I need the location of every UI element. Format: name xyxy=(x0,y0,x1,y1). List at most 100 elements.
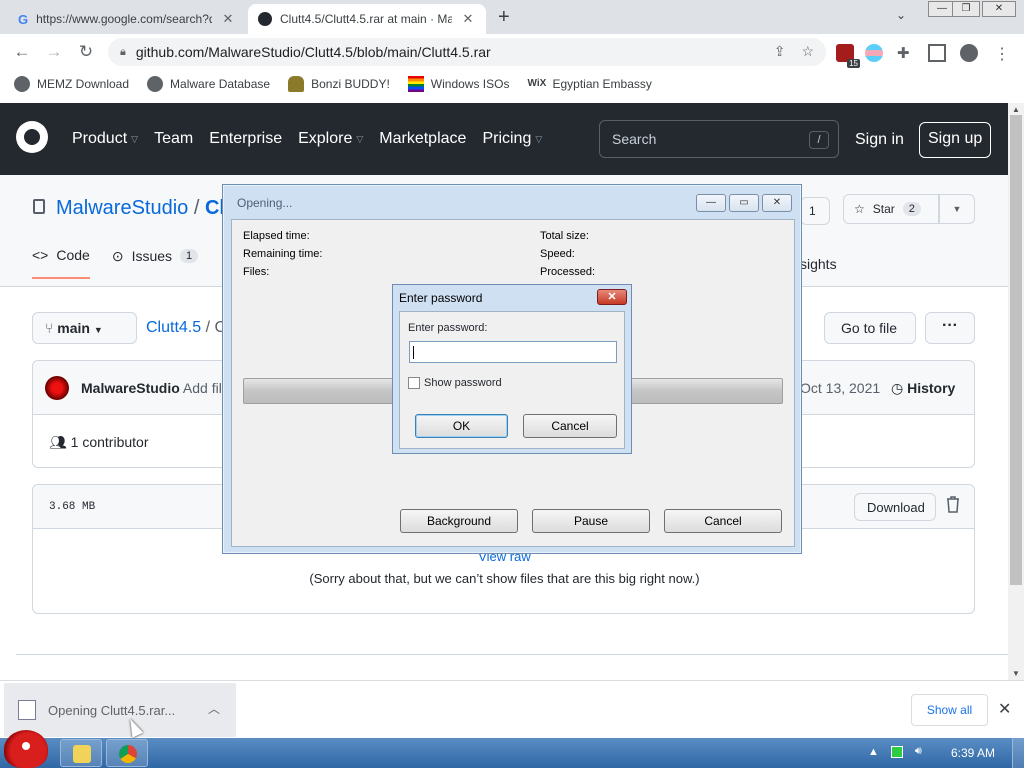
download-button[interactable]: Download xyxy=(854,493,936,521)
wix-icon: WiX xyxy=(527,78,547,89)
total-size-label: Total size: xyxy=(540,230,589,242)
history-link[interactable]: ◷ History xyxy=(891,380,955,397)
nav-product[interactable]: Product ▽ xyxy=(72,130,138,148)
chevron-up-icon[interactable]: ︿ xyxy=(208,700,220,717)
volume-icon[interactable]: 🔊︎ xyxy=(915,745,922,758)
forward-arrow-icon[interactable]: → xyxy=(44,42,64,62)
taskbar-clock[interactable]: 6:39 AM xyxy=(951,746,995,760)
watch-count[interactable]: 1 xyxy=(800,197,830,225)
nav-team[interactable]: Team xyxy=(154,130,193,148)
commit-message[interactable]: Add fil xyxy=(183,380,222,396)
avatar[interactable] xyxy=(45,376,69,400)
repo-tabs: <> Code ⊙ Issues 1 xyxy=(32,247,199,279)
nav-marketplace[interactable]: Marketplace xyxy=(379,130,466,148)
elapsed-time-label: Elapsed time: xyxy=(243,230,310,242)
star-button[interactable]: ☆ Star 2 xyxy=(843,194,939,224)
browser-toolbar: ← → ↻ 🔒︎ github.com/MalwareStudio/Clutt4… xyxy=(0,34,1024,70)
url-text: github.com/MalwareStudio/Clutt4.5/blob/m… xyxy=(135,44,491,60)
new-tab-button[interactable]: + xyxy=(498,6,510,29)
sign-up-button[interactable]: Sign up xyxy=(919,122,992,158)
close-tab-icon[interactable]: ✕ xyxy=(460,11,476,27)
bookmark-egyptian-embassy[interactable]: WiX Egyptian Embassy xyxy=(527,76,651,92)
extension-red-icon[interactable]: 15 xyxy=(836,44,860,68)
github-search-input[interactable]: Search / xyxy=(599,120,839,158)
tab-code[interactable]: <> Code xyxy=(32,247,90,279)
back-arrow-icon[interactable]: ← xyxy=(12,42,32,62)
breadcrumb-repo-link[interactable]: Clutt4.5 xyxy=(146,319,201,336)
share-icon[interactable]: ⇪ xyxy=(774,43,786,60)
tab-insights[interactable]: sights xyxy=(800,256,837,272)
close-button[interactable]: ✕ xyxy=(597,289,627,305)
extension-pride-icon[interactable] xyxy=(865,44,883,62)
more-options-button[interactable]: ··· xyxy=(925,312,975,344)
network-icon[interactable] xyxy=(890,745,903,758)
scroll-up-icon[interactable]: ▲ xyxy=(1012,105,1020,114)
tab-search-chevron-icon[interactable]: ⌄ xyxy=(896,8,906,22)
contributors-link[interactable]: 👥︎ 1 contributor xyxy=(49,434,149,451)
show-password-checkbox[interactable]: Show password xyxy=(408,377,502,389)
tab-title: Clutt4.5/Clutt4.5.rar at main · MalwareS… xyxy=(280,12,452,26)
page-scrollbar[interactable]: ▲ ▼ xyxy=(1008,103,1024,680)
close-window-button[interactable]: ✕ xyxy=(982,1,1016,17)
people-icon: 👥︎ xyxy=(49,434,67,450)
minimize-button[interactable]: — xyxy=(696,194,726,212)
show-all-button[interactable]: Show all xyxy=(911,694,988,726)
bookmark-malware-db[interactable]: Malware Database xyxy=(147,76,270,92)
enter-password-dialog: Enter password ✕ Enter password: Show pa… xyxy=(392,284,632,454)
tab-google-search[interactable]: G https://www.google.com/search?q= ✕ xyxy=(8,4,246,34)
scroll-thumb[interactable] xyxy=(1010,115,1022,585)
close-tab-icon[interactable]: ✕ xyxy=(220,11,236,27)
chevron-down-icon: ▽ xyxy=(535,133,543,144)
bookmark-bonzi[interactable]: Bonzi BUDDY! xyxy=(288,76,390,92)
password-input[interactable] xyxy=(409,341,617,363)
nav-pricing[interactable]: Pricing ▽ xyxy=(482,130,542,148)
address-bar[interactable]: 🔒︎ github.com/MalwareStudio/Clutt4.5/blo… xyxy=(108,38,826,66)
profile-avatar-icon[interactable] xyxy=(960,44,978,62)
taskbar-explorer-button[interactable] xyxy=(60,739,102,767)
scroll-down-icon[interactable]: ▼ xyxy=(1012,669,1020,678)
bookmark-star-icon[interactable]: ☆ xyxy=(801,43,814,60)
bookmarks-bar: MEMZ Download Malware Database Bonzi BUD… xyxy=(0,70,1024,98)
tab-issues[interactable]: ⊙ Issues 1 xyxy=(112,247,199,279)
trash-icon[interactable] xyxy=(945,495,961,513)
history-label: History xyxy=(907,380,956,396)
nav-explore[interactable]: Explore ▽ xyxy=(298,130,363,148)
sign-in-link[interactable]: Sign in xyxy=(855,131,904,149)
background-button[interactable]: Background xyxy=(400,509,518,533)
bookmark-windows-isos[interactable]: Windows ISOs xyxy=(407,76,509,92)
divider xyxy=(16,654,1008,655)
restore-window-button[interactable]: ❐ xyxy=(952,1,980,17)
repo-owner-link[interactable]: MalwareStudio xyxy=(56,197,188,219)
taskbar-chrome-button[interactable] xyxy=(106,739,148,767)
tray-expand-icon[interactable]: ▲ xyxy=(868,746,879,758)
extensions-puzzle-icon[interactable]: ✚ xyxy=(897,44,915,62)
side-panel-icon[interactable] xyxy=(928,44,946,62)
chrome-menu-icon[interactable]: ⋮ xyxy=(994,44,1012,63)
history-icon: ◷ xyxy=(891,380,904,396)
bookmark-memz[interactable]: MEMZ Download xyxy=(14,76,129,92)
tab-label: Code xyxy=(56,247,90,263)
pause-button[interactable]: Pause xyxy=(532,509,650,533)
nav-label: Product xyxy=(72,130,128,147)
cancel-button[interactable]: Cancel xyxy=(523,414,617,438)
extension-badge: 15 xyxy=(847,59,860,68)
lock-icon: 🔒︎ xyxy=(120,45,126,58)
close-downloads-icon[interactable]: ✕ xyxy=(998,699,1011,719)
close-button[interactable]: ✕ xyxy=(762,194,792,212)
branch-selector[interactable]: ⑂ main ▼ xyxy=(32,312,137,344)
tab-github[interactable]: Clutt4.5/Clutt4.5.rar at main · MalwareS… xyxy=(248,4,486,34)
github-logo-icon[interactable] xyxy=(16,121,48,153)
show-desktop-button[interactable] xyxy=(1012,738,1024,768)
commit-author-link[interactable]: MalwareStudio xyxy=(81,380,180,396)
download-item[interactable]: Opening Clutt4.5.rar... ︿ xyxy=(4,683,236,737)
start-button-angry-bird-icon[interactable] xyxy=(4,730,48,768)
chevron-down-icon: ▽ xyxy=(356,133,364,144)
ok-button[interactable]: OK xyxy=(415,414,508,438)
nav-label: Marketplace xyxy=(379,130,467,147)
cancel-button[interactable]: Cancel xyxy=(664,509,782,533)
reload-icon[interactable]: ↻ xyxy=(76,42,96,62)
star-dropdown-chevron-icon[interactable]: ▼ xyxy=(939,194,975,224)
go-to-file-button[interactable]: Go to file xyxy=(824,312,916,344)
maximize-button[interactable]: ▭ xyxy=(729,194,759,212)
nav-enterprise[interactable]: Enterprise xyxy=(209,130,282,148)
